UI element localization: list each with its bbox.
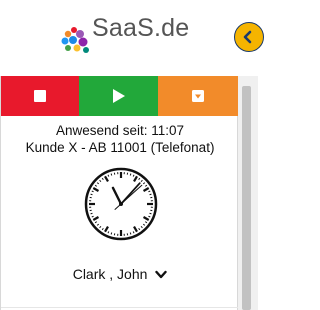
header: SaaS.de [0,0,264,76]
stop-button[interactable] [1,76,79,116]
divider [1,307,239,308]
clock-minute-tick [90,193,93,196]
dropdown-button[interactable] [158,76,239,116]
scrollbar-thumb[interactable] [242,86,251,310]
dropdown-icon [192,90,204,102]
clock-minute-tick [110,173,113,176]
chevron-left-icon [243,30,252,44]
logo-text: SaaS.de [92,14,190,42]
chevron-down-icon [155,271,167,279]
clock-minute-tick [110,232,113,235]
action-buttons [1,76,239,116]
collapse-button[interactable] [234,22,264,52]
clock-minute-tick [129,232,132,235]
analog-clock [84,167,158,241]
user-name: Clark , John [72,266,148,282]
present-since-text: Anwesend seit: 11:07 [55,123,185,138]
clock-minute-tick [149,212,152,215]
scrollbar[interactable] [238,76,258,310]
clock-minute-tick [129,173,132,176]
clock-minute-tick [90,212,93,215]
clock-minute-tick [149,193,152,196]
play-icon [113,89,125,103]
play-button[interactable] [79,76,158,116]
customer-activity-text: Kunde X - AB 11001 (Telefonat) [25,140,215,155]
stop-icon [34,90,46,102]
user-selector[interactable]: Clark , John [1,266,239,282]
tracking-panel: Anwesend seit: 11:07 Kunde X - AB 11001 … [0,76,239,310]
